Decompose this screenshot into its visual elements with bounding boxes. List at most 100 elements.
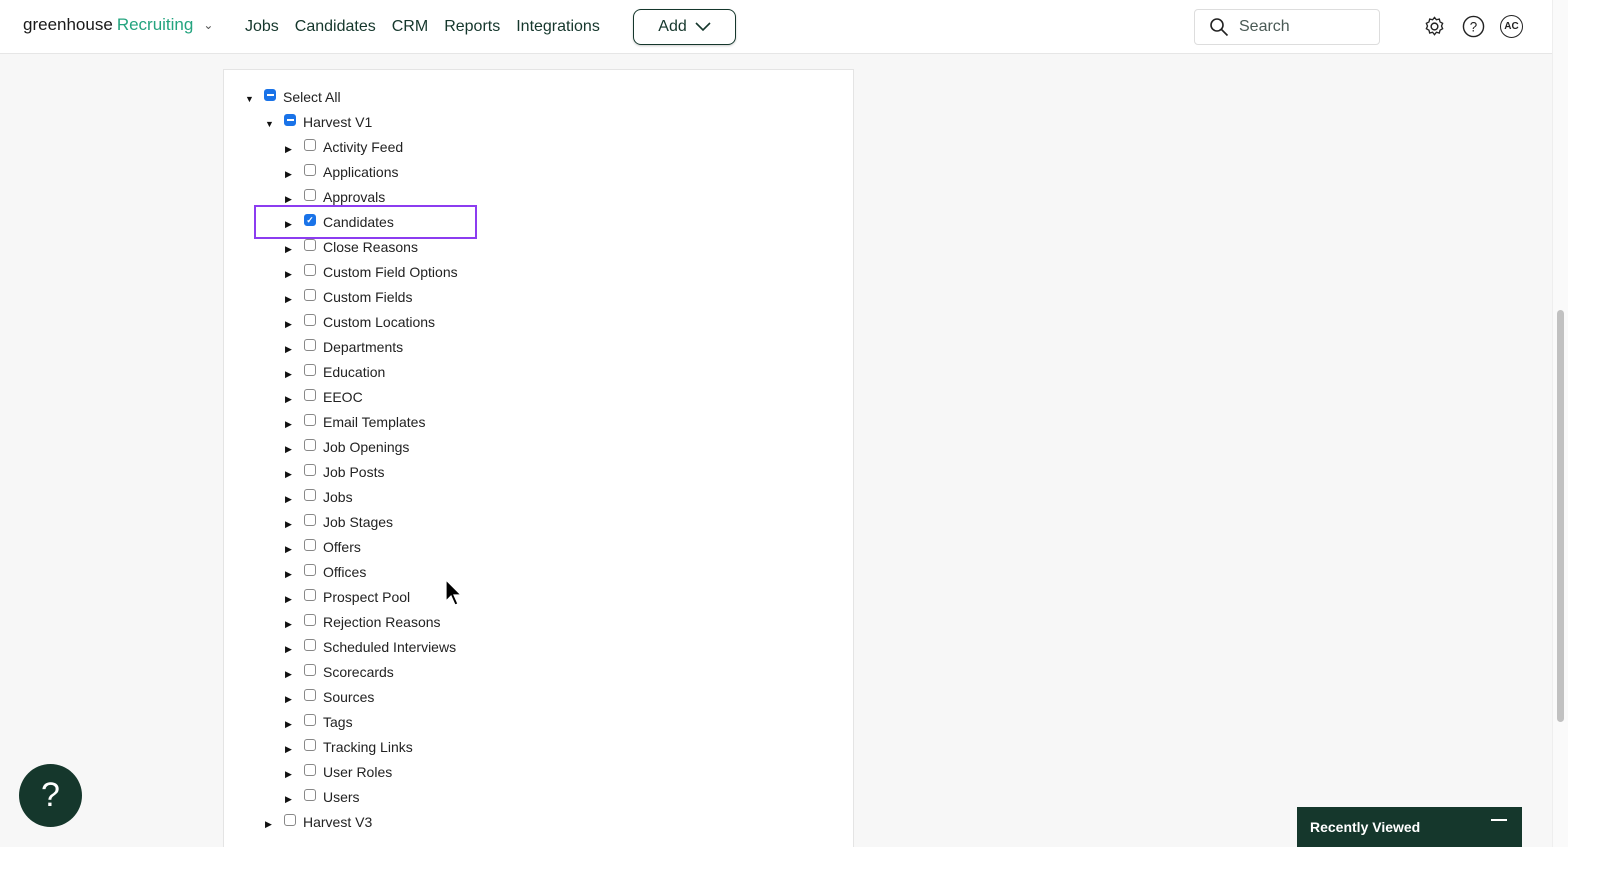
product-switcher[interactable]: greenhouse Recruiting ⌄	[23, 15, 213, 35]
tree-item[interactable]: ▶ Approvals	[285, 187, 385, 207]
caret-right-icon[interactable]: ▶	[285, 640, 304, 655]
minimize-icon[interactable]	[1491, 819, 1507, 821]
caret-right-icon[interactable]: ▶	[285, 465, 304, 480]
checkbox[interactable]	[304, 189, 316, 201]
tree-item[interactable]: ▶ Departments	[285, 337, 403, 357]
caret-right-icon[interactable]: ▶	[285, 765, 304, 780]
checkbox[interactable]	[304, 489, 316, 501]
search-input[interactable]: Search	[1194, 9, 1380, 45]
nav-reports[interactable]: Reports	[444, 18, 500, 36]
caret-right-icon[interactable]: ▶	[285, 690, 304, 705]
caret-right-icon[interactable]: ▶	[285, 365, 304, 380]
checkbox[interactable]	[304, 764, 316, 776]
scrollbar[interactable]	[1552, 0, 1568, 847]
caret-right-icon[interactable]: ▶	[285, 565, 304, 580]
checkbox[interactable]	[304, 514, 316, 526]
checkbox[interactable]	[304, 564, 316, 576]
tree-item[interactable]: ▶ Tracking Links	[285, 737, 413, 757]
tree-item[interactable]: ▶ Scorecards	[285, 662, 394, 682]
caret-right-icon[interactable]: ▶	[285, 240, 304, 255]
nav-integrations[interactable]: Integrations	[516, 18, 600, 36]
checkbox[interactable]	[304, 439, 316, 451]
tree-item[interactable]: ▶ Email Templates	[285, 412, 425, 432]
tree-item[interactable]: ▶ Custom Field Options	[285, 262, 458, 282]
caret-down-icon[interactable]: ▼	[245, 90, 264, 104]
caret-right-icon[interactable]: ▶	[285, 665, 304, 680]
caret-right-icon[interactable]: ▶	[285, 390, 304, 405]
tree-item[interactable]: ▶ EEOC	[285, 387, 363, 407]
recently-viewed-panel[interactable]: Recently Viewed	[1297, 807, 1522, 847]
tree-item[interactable]: ▶ Rejection Reasons	[285, 612, 441, 632]
nav-jobs[interactable]: Jobs	[245, 18, 279, 36]
tree-item[interactable]: ▶ Job Posts	[285, 462, 384, 482]
checkbox[interactable]	[304, 714, 316, 726]
caret-right-icon[interactable]: ▶	[285, 440, 304, 455]
caret-right-icon[interactable]: ▶	[285, 615, 304, 630]
checkbox[interactable]	[304, 239, 316, 251]
scrollbar-thumb[interactable]	[1557, 310, 1564, 722]
help-button[interactable]: ?	[19, 764, 82, 827]
tree-item[interactable]: ▶ Users	[285, 787, 360, 807]
tree-item[interactable]: ▶ Custom Fields	[285, 287, 412, 307]
tree-item[interactable]: ▶ Sources	[285, 687, 374, 707]
caret-right-icon[interactable]: ▶	[285, 265, 304, 280]
tree-item[interactable]: ▶ Prospect Pool	[285, 587, 410, 607]
caret-down-icon[interactable]: ▼	[265, 115, 284, 129]
tree-item[interactable]: ▶ User Roles	[285, 762, 392, 782]
caret-right-icon[interactable]: ▶	[285, 190, 304, 205]
checkbox[interactable]	[304, 139, 316, 151]
checkbox[interactable]	[304, 639, 316, 651]
tree-item[interactable]: ▶ Offices	[285, 562, 366, 582]
tree-item[interactable]: ▶ Scheduled Interviews	[285, 637, 456, 657]
tree-item[interactable]: ▶ Jobs	[285, 487, 353, 507]
checkbox[interactable]	[304, 664, 316, 676]
nav-candidates[interactable]: Candidates	[295, 18, 376, 36]
checkbox[interactable]	[304, 614, 316, 626]
caret-right-icon[interactable]: ▶	[285, 790, 304, 805]
caret-right-icon[interactable]: ▶	[265, 815, 284, 830]
caret-right-icon[interactable]: ▶	[285, 590, 304, 605]
caret-right-icon[interactable]: ▶	[285, 290, 304, 305]
checkbox[interactable]	[304, 364, 316, 376]
help-icon[interactable]: ?	[1462, 15, 1485, 38]
caret-right-icon[interactable]: ▶	[285, 740, 304, 755]
tree-item[interactable]: ▶ Education	[285, 362, 385, 382]
tree-item[interactable]: ▶ Activity Feed	[285, 137, 403, 157]
caret-right-icon[interactable]: ▶	[285, 490, 304, 505]
caret-right-icon[interactable]: ▶	[285, 165, 304, 180]
checkbox[interactable]	[304, 739, 316, 751]
caret-right-icon[interactable]: ▶	[285, 515, 304, 530]
checkbox[interactable]	[304, 539, 316, 551]
tree-item[interactable]: ▶ Job Stages	[285, 512, 393, 532]
caret-right-icon[interactable]: ▶	[285, 340, 304, 355]
tree-item[interactable]: ▶ Tags	[285, 712, 353, 732]
caret-right-icon[interactable]: ▶	[285, 540, 304, 555]
checkbox[interactable]	[304, 164, 316, 176]
checkbox[interactable]	[304, 589, 316, 601]
checkbox[interactable]	[304, 689, 316, 701]
avatar[interactable]: AC	[1500, 15, 1523, 38]
checkbox[interactable]	[304, 414, 316, 426]
checkbox[interactable]	[284, 814, 296, 826]
checkbox[interactable]	[304, 314, 316, 326]
checkbox[interactable]	[304, 289, 316, 301]
checkbox[interactable]	[304, 339, 316, 351]
checkbox[interactable]	[304, 789, 316, 801]
gear-icon[interactable]	[1423, 15, 1446, 38]
tree-item[interactable]: ▶ Custom Locations	[285, 312, 435, 332]
add-button[interactable]: Add	[633, 9, 736, 45]
checkbox[interactable]	[264, 89, 276, 101]
tree-item[interactable]: ▼ Harvest V1	[265, 112, 372, 132]
tree-item[interactable]: ▶ Applications	[285, 162, 399, 182]
caret-right-icon[interactable]: ▶	[285, 715, 304, 730]
nav-crm[interactable]: CRM	[392, 18, 428, 36]
tree-item[interactable]: ▶ Offers	[285, 537, 361, 557]
checkbox[interactable]	[284, 114, 296, 126]
checkbox[interactable]	[304, 464, 316, 476]
caret-right-icon[interactable]: ▶	[285, 315, 304, 330]
tree-item[interactable]: ▶ Job Openings	[285, 437, 409, 457]
tree-item[interactable]: ▼ Select All	[245, 87, 341, 107]
tree-item[interactable]: ▶ Harvest V3	[265, 812, 372, 832]
tree-item[interactable]: ▶ Close Reasons	[285, 237, 418, 257]
caret-right-icon[interactable]: ▶	[285, 415, 304, 430]
